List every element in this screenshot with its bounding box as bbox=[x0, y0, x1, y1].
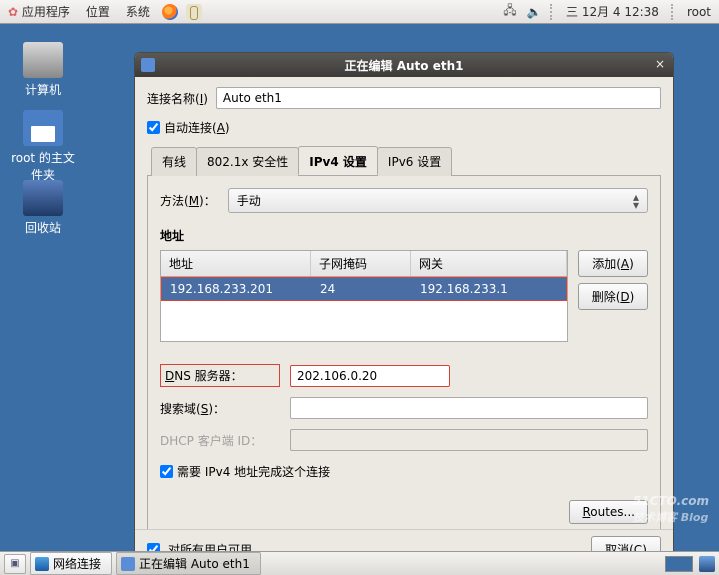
ipv4-panel: 方法(M)： 手动 ▴▾ 地址 地址 子网掩码 网关 bbox=[147, 175, 661, 529]
tray-separator-2 bbox=[671, 4, 675, 20]
search-domain-input[interactable] bbox=[290, 397, 648, 419]
show-desktop-button[interactable]: ▣ bbox=[4, 554, 26, 574]
network-tray-icon[interactable]: 🖧 bbox=[502, 4, 518, 20]
network-icon bbox=[35, 557, 49, 571]
col-netmask: 子网掩码 bbox=[311, 251, 411, 276]
desktop-home-label: root 的主文件夹 bbox=[6, 149, 80, 183]
desktop-computer-label: 计算机 bbox=[6, 81, 80, 98]
cell-address: 192.168.233.201 bbox=[162, 278, 312, 300]
taskbar-item-label: 网络连接 bbox=[53, 555, 101, 572]
tabs: 有线 802.1x 安全性 IPv4 设置 IPv6 设置 bbox=[147, 146, 661, 175]
clock[interactable]: 三 12月 4 12:38 bbox=[562, 3, 663, 20]
firefox-icon[interactable] bbox=[162, 4, 178, 20]
show-desktop-icon: ▣ bbox=[10, 558, 19, 569]
nm-connection-editor-dialog: 正在编辑 Auto eth1 × 连接名称(I) 自动连接(A) 有线 802.… bbox=[134, 52, 674, 570]
add-button[interactable]: 添加(A) bbox=[578, 250, 648, 277]
tray-separator bbox=[550, 4, 554, 20]
desktop-trash-label: 回收站 bbox=[6, 219, 80, 236]
desktop: 计算机 root 的主文件夹 回收站 正在编辑 Auto eth1 × 连接名称… bbox=[0, 24, 719, 551]
connection-name-label: 连接名称(I) bbox=[147, 90, 208, 107]
user-menu[interactable]: root bbox=[683, 5, 715, 19]
taskbar-item-label: 正在编辑 Auto eth1 bbox=[139, 555, 250, 572]
home-folder-icon bbox=[23, 110, 63, 146]
dns-label: DNS 服务器： bbox=[160, 364, 280, 387]
window-title: 正在编辑 Auto eth1 bbox=[163, 57, 645, 74]
auto-connect-label: 自动连接(A) bbox=[164, 119, 230, 136]
desktop-trash[interactable]: 回收站 bbox=[6, 180, 80, 236]
method-value: 手动 bbox=[237, 192, 261, 209]
taskbar-item-network[interactable]: 网络连接 bbox=[30, 552, 112, 575]
bottom-panel: ▣ 网络连接 正在编辑 Auto eth1 bbox=[0, 551, 719, 575]
close-icon[interactable]: × bbox=[653, 58, 667, 72]
trash-icon bbox=[23, 180, 63, 216]
window-app-icon bbox=[141, 58, 155, 72]
connection-name-input[interactable] bbox=[216, 87, 661, 109]
volume-tray-icon[interactable]: 🔈 bbox=[526, 4, 542, 20]
method-label: 方法(M)： bbox=[160, 192, 216, 209]
table-row[interactable]: 192.168.233.201 24 192.168.233.1 bbox=[161, 277, 567, 301]
tab-ipv6[interactable]: IPv6 设置 bbox=[377, 147, 452, 176]
cell-netmask: 24 bbox=[312, 278, 412, 300]
computer-icon bbox=[23, 42, 63, 78]
addresses-heading: 地址 bbox=[160, 227, 648, 244]
cell-gateway: 192.168.233.1 bbox=[412, 278, 566, 300]
addresses-table[interactable]: 地址 子网掩码 网关 192.168.233.201 24 192.168.23… bbox=[160, 250, 568, 342]
require-ipv4-checkbox[interactable] bbox=[160, 465, 173, 478]
window-icon bbox=[121, 557, 135, 571]
search-domain-label: 搜索域(S)： bbox=[160, 400, 280, 417]
desktop-computer[interactable]: 计算机 bbox=[6, 42, 80, 98]
tab-wired[interactable]: 有线 bbox=[151, 147, 197, 176]
combo-arrow-icon: ▴▾ bbox=[633, 193, 639, 209]
desktop-home[interactable]: root 的主文件夹 bbox=[6, 110, 80, 183]
tab-ipv4[interactable]: IPv4 设置 bbox=[298, 146, 378, 175]
titlebar[interactable]: 正在编辑 Auto eth1 × bbox=[135, 53, 673, 77]
dhcp-client-id-label: DHCP 客户端 ID： bbox=[160, 432, 280, 449]
require-ipv4-label: 需要 IPv4 地址完成这个连接 bbox=[177, 463, 330, 480]
dhcp-client-id-input bbox=[290, 429, 648, 451]
taskbar-item-editing[interactable]: 正在编辑 Auto eth1 bbox=[116, 552, 261, 575]
auto-connect-checkbox[interactable] bbox=[147, 121, 160, 134]
table-header: 地址 子网掩码 网关 bbox=[161, 251, 567, 277]
workspace-switcher[interactable] bbox=[665, 556, 693, 572]
method-combo[interactable]: 手动 ▴▾ bbox=[228, 188, 648, 213]
col-address: 地址 bbox=[161, 251, 311, 276]
col-gateway: 网关 bbox=[411, 251, 567, 276]
delete-button[interactable]: 删除(D) bbox=[578, 283, 648, 310]
top-panel: ✿ 应用程序 位置 系统 🖧 🔈 三 12月 4 12:38 root bbox=[0, 0, 719, 24]
menu-system[interactable]: 系统 bbox=[122, 3, 154, 20]
dns-input[interactable] bbox=[290, 365, 450, 387]
watermark: 51CTO.com 技术博客 Blog bbox=[633, 490, 709, 525]
menu-places[interactable]: 位置 bbox=[82, 3, 114, 20]
tab-security[interactable]: 802.1x 安全性 bbox=[196, 147, 299, 176]
panel-trash-icon[interactable] bbox=[699, 556, 715, 572]
menu-applications[interactable]: ✿ 应用程序 bbox=[4, 3, 74, 20]
seahorse-icon[interactable] bbox=[186, 4, 202, 20]
